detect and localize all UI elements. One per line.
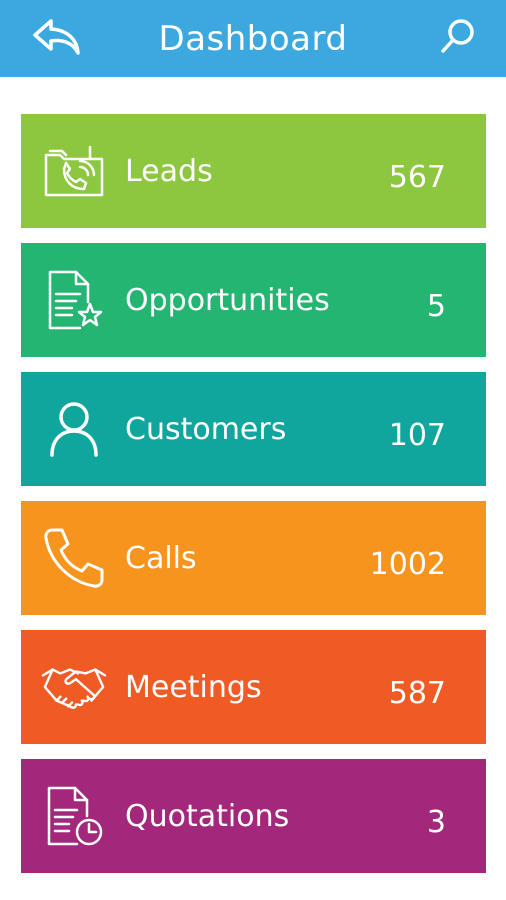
search-button[interactable] xyxy=(432,14,484,64)
back-arrow-icon xyxy=(31,17,81,61)
tile-opportunities[interactable]: Opportunities 5 xyxy=(21,243,486,357)
lead-call-icon xyxy=(41,138,107,204)
tile-label: Meetings xyxy=(125,670,262,705)
app-bar: Dashboard xyxy=(0,0,506,77)
tile-label: Calls xyxy=(125,541,197,576)
tile-count: 3 xyxy=(426,805,446,840)
search-icon xyxy=(438,17,478,61)
document-star-icon xyxy=(41,267,107,333)
phone-icon xyxy=(41,525,107,591)
tile-label: Quotations xyxy=(125,799,290,834)
tile-leads[interactable]: Leads 567 xyxy=(21,114,486,228)
tile-label: Customers xyxy=(125,412,287,447)
tile-count: 107 xyxy=(388,418,446,453)
document-clock-icon xyxy=(41,783,107,849)
person-icon xyxy=(41,396,107,462)
tile-label: Opportunities xyxy=(125,283,330,318)
dashboard-list: Leads 567 Opportunities 5 Customers 107 … xyxy=(21,114,486,888)
tile-meetings[interactable]: Meetings 587 xyxy=(21,630,486,744)
tile-quotations[interactable]: Quotations 3 xyxy=(21,759,486,873)
tile-customers[interactable]: Customers 107 xyxy=(21,372,486,486)
page-title: Dashboard xyxy=(158,18,348,59)
tile-label: Leads xyxy=(125,154,213,189)
tile-count: 587 xyxy=(388,676,446,711)
back-button[interactable] xyxy=(30,14,82,64)
tile-calls[interactable]: Calls 1002 xyxy=(21,501,486,615)
tile-count: 5 xyxy=(426,289,446,324)
tile-count: 567 xyxy=(388,160,446,195)
handshake-icon xyxy=(41,654,107,720)
tile-count: 1002 xyxy=(369,547,446,582)
